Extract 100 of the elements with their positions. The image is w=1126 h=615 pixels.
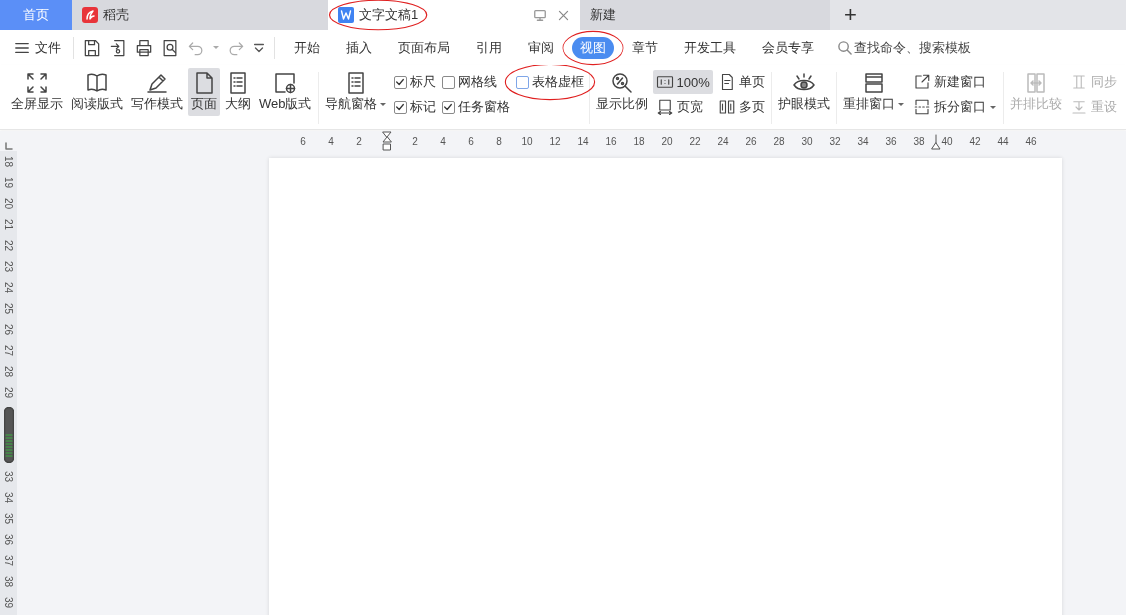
close-icon: [557, 8, 570, 22]
ruler-number: 20: [3, 197, 14, 210]
ruler-number: 14: [577, 135, 589, 147]
caret-icon: [896, 100, 905, 108]
monitor-icon: [533, 8, 547, 22]
ruler-number: 2: [356, 135, 362, 147]
search-icon: [837, 40, 852, 55]
tab[interactable]: 稻壳: [72, 0, 328, 30]
ribbon-button[interactable]: 重排窗口: [839, 68, 908, 116]
scroll-handle[interactable]: [3, 407, 14, 463]
print-icon: [134, 37, 154, 58]
ruler-number: 36: [885, 135, 897, 147]
ribbon-button[interactable]: 单页: [714, 70, 768, 94]
ruler-number: 6: [300, 135, 306, 147]
ribbon-button[interactable]: 拆分窗口: [909, 95, 1000, 119]
ribbon-button[interactable]: 多页: [714, 95, 768, 119]
caret-icon: [212, 44, 220, 51]
ruler-number: 10: [521, 135, 533, 147]
ribbon-button[interactable]: Web版式: [256, 68, 315, 116]
check-icon: [395, 77, 405, 87]
ribbon-button[interactable]: 护眼模式: [774, 68, 833, 116]
ruler-number: 22: [689, 135, 701, 147]
ribbon-button[interactable]: 大纲: [222, 68, 254, 116]
ruler-number: 4: [440, 135, 446, 147]
checkbox-box[interactable]: [441, 75, 455, 89]
checkbox-option[interactable]: 标记: [391, 95, 438, 119]
checkbox-option[interactable]: 网格线: [439, 70, 499, 94]
menu-tab[interactable]: 会员专享: [754, 36, 822, 59]
ruler-number: 4: [328, 135, 334, 147]
search-field[interactable]: 查找命令、搜索模板: [854, 40, 994, 55]
menu-tab[interactable]: 开发工具: [676, 36, 744, 59]
menu-tab[interactable]: 引用: [468, 36, 510, 59]
ruler-number: 34: [3, 491, 14, 504]
ribbon-button[interactable]: 100%: [652, 70, 713, 94]
pencil-icon: [144, 71, 170, 95]
ruler-number: 8: [496, 135, 502, 147]
new-window-icon: [912, 73, 931, 91]
ruler-number: 12: [549, 135, 561, 147]
document-logo-icon: [338, 7, 354, 23]
ruler-number: 38: [913, 135, 925, 147]
checkbox-box[interactable]: [441, 100, 455, 114]
caret-icon: [988, 103, 997, 111]
checkbox-option[interactable]: 任务窗格: [439, 95, 512, 119]
ribbon-button[interactable]: 导航窗格: [321, 68, 390, 116]
file-menu[interactable]: 文件: [14, 38, 67, 57]
page-width-icon: [655, 98, 674, 116]
ruler-number: 30: [801, 135, 813, 147]
ribbon-button[interactable]: 显示比例: [592, 68, 651, 116]
ribbon-button[interactable]: 阅读版式: [68, 68, 126, 116]
checkbox-option[interactable]: 标尺: [391, 70, 438, 94]
ruler-number: 29: [3, 386, 14, 399]
ruler-number: 6: [468, 135, 474, 147]
ruler-number: 18: [633, 135, 645, 147]
ruler-number: 16: [605, 135, 617, 147]
ruler-number: 20: [661, 135, 673, 147]
tab[interactable]: 新建: [580, 0, 830, 30]
ruler-number: 27: [3, 344, 14, 357]
checkbox-box[interactable]: [393, 75, 407, 89]
ruler-number: 39: [3, 596, 14, 609]
ruler-number: 46: [1025, 135, 1037, 147]
ruler-number: 44: [997, 135, 1009, 147]
ruler-number: 28: [773, 135, 785, 147]
ribbon-button[interactable]: 写作模式: [128, 68, 186, 116]
ribbon-button[interactable]: 新建窗口: [909, 70, 1000, 94]
ruler-number: 37: [3, 554, 14, 567]
menu-tab[interactable]: 插入: [338, 36, 380, 59]
ribbon-button[interactable]: 页面: [188, 68, 220, 116]
ruler-number: 25: [3, 302, 14, 315]
save-icon: [82, 37, 102, 58]
ruler-number: 24: [717, 135, 729, 147]
ruler-number: 32: [829, 135, 841, 147]
ruler-number: 19: [3, 176, 14, 189]
ruler-number: 40: [941, 135, 953, 147]
ruler-number: 42: [969, 135, 981, 147]
check-icon: [395, 102, 405, 112]
ruler-number: 23: [3, 260, 14, 273]
tab-stop-icon: [4, 142, 13, 151]
ruler-number: 2: [412, 135, 418, 147]
ribbon-button[interactable]: 页宽: [652, 95, 713, 119]
two-pages-icon: [717, 98, 736, 116]
ruler-number: 38: [3, 575, 14, 588]
menu-tab[interactable]: 页面布局: [390, 36, 458, 59]
checkbox-box[interactable]: [393, 100, 407, 114]
ruler-number: 22: [3, 239, 14, 252]
split-window-icon: [912, 98, 931, 116]
menu-tab[interactable]: 章节: [624, 36, 666, 59]
ruler-number: 26: [745, 135, 757, 147]
menu-tab[interactable]: 审阅: [520, 36, 562, 59]
ruler-number: 21: [3, 218, 14, 231]
ratio-icon: [655, 73, 674, 91]
tab[interactable]: 文字文稿1: [328, 0, 580, 30]
menu-tab[interactable]: 开始: [286, 36, 328, 59]
open-book-icon: [84, 71, 110, 95]
ruler-number: 33: [3, 470, 14, 483]
new-tab-button[interactable]: +: [840, 4, 861, 26]
caret-icon: [378, 100, 387, 108]
ruler-number: 34: [857, 135, 869, 147]
checkbox-box[interactable]: [515, 75, 529, 89]
ribbon-button[interactable]: 全屏显示: [8, 68, 66, 116]
ruler-number: 18: [3, 155, 14, 168]
